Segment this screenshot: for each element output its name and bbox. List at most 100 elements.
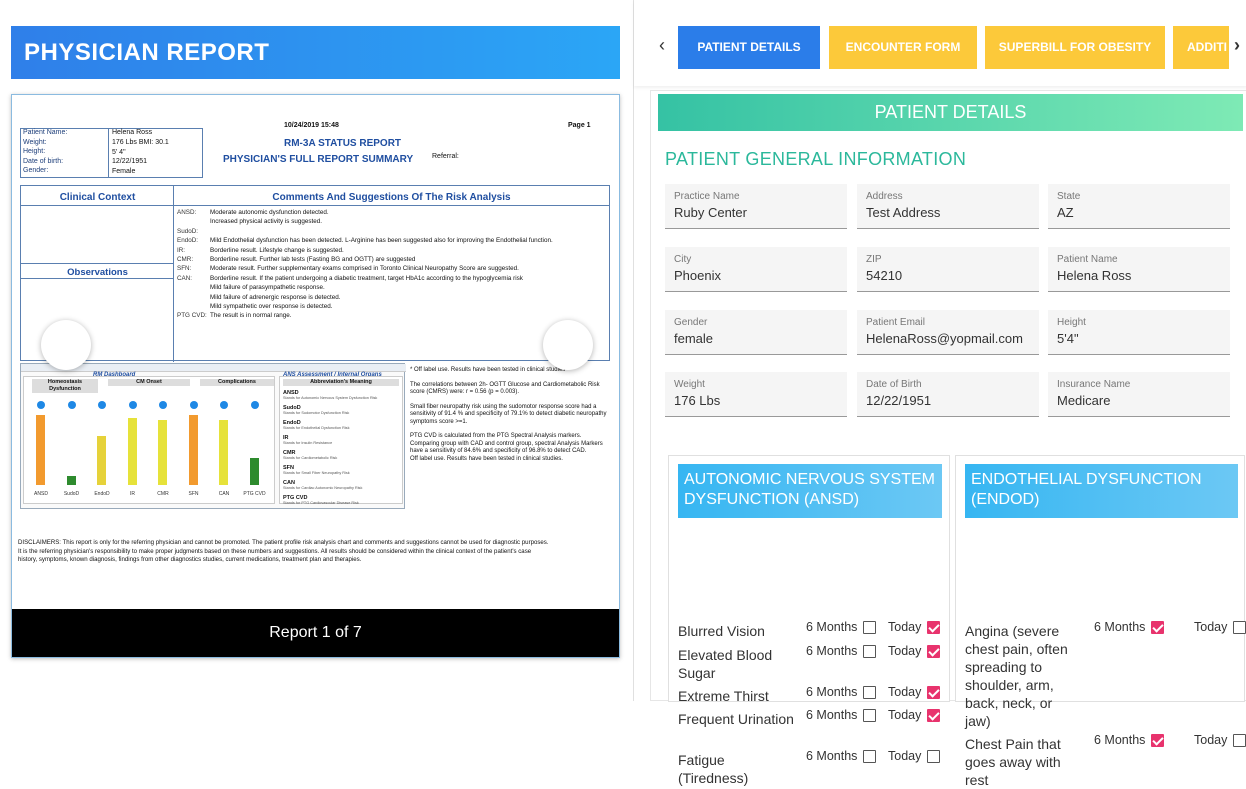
info-icon[interactable] — [67, 401, 76, 409]
comment-abbr: CMR: — [177, 256, 194, 264]
bar-group-label: Complications — [200, 379, 274, 386]
field-patient-email[interactable]: Patient Email HelenaRoss@yopmail.com — [857, 310, 1039, 355]
six-months-checkbox[interactable] — [863, 685, 877, 699]
rm-dashboard: RM Dashboard ANS Assessment / Internal O… — [20, 363, 406, 509]
field-gender[interactable]: Gender female — [665, 310, 847, 355]
today-checkbox[interactable] — [927, 685, 941, 699]
six-months-checkbox[interactable] — [863, 708, 877, 722]
info-icon[interactable] — [37, 401, 45, 409]
patient-info-value: Helena Ross — [112, 129, 153, 137]
today-label: Today — [1194, 733, 1228, 747]
comment-abbr — [177, 283, 210, 292]
prev-page-button[interactable] — [41, 320, 91, 370]
comment-abbr: PTG CVD: — [177, 312, 207, 320]
today-option[interactable]: Today — [888, 708, 941, 722]
info-icon[interactable] — [159, 401, 167, 409]
report-viewer[interactable]: Patient Name: Helena Ross Weight: 176 Lbs B… — [11, 94, 620, 658]
today-option[interactable]: Today — [888, 644, 941, 658]
field-city[interactable]: City Phoenix — [665, 247, 847, 292]
comment-abbr: CAN: — [177, 274, 193, 282]
today-option[interactable]: Today — [1194, 733, 1246, 747]
today-checkbox[interactable] — [927, 620, 941, 634]
today-checkbox[interactable] — [927, 708, 941, 722]
field-date-of-birth[interactable]: Date of Birth 12/22/1951 — [857, 372, 1039, 417]
comment-abbr — [177, 217, 210, 226]
chevron-right-icon[interactable]: › — [1234, 35, 1240, 56]
info-icon[interactable] — [189, 401, 198, 409]
abbr-desc: Stands for PTG Cardiovascular Disease Ri… — [283, 500, 359, 505]
six-months-checkbox[interactable] — [1151, 620, 1165, 634]
comment-line: Increased physical activity is suggested… — [177, 217, 607, 226]
comment-line: Mild sympathetic over response is detect… — [177, 302, 607, 311]
patient-info-row: Patient Name: Helena Ross — [21, 129, 202, 139]
comment-line: Mild failure of parasympathetic response… — [177, 283, 607, 292]
six-months-option[interactable]: 6 Months — [806, 620, 877, 634]
field-address[interactable]: Address Test Address — [857, 184, 1039, 229]
note-line — [410, 426, 607, 433]
today-option[interactable]: Today — [888, 620, 941, 634]
six-months-option[interactable]: 6 Months — [806, 644, 877, 658]
note-line: Small fiber neuropathy risk using the su… — [410, 403, 607, 425]
comment-line: CMR: Borderline result. Further lab tests… — [177, 255, 607, 264]
note-line: Off label use. Results have been tested … — [410, 455, 563, 462]
bar-label: IR — [130, 490, 135, 497]
field-label: Height — [1057, 317, 1086, 328]
field-practice-name[interactable]: Practice Name Ruby Center — [665, 184, 847, 229]
comments-list: ANSD: Moderate autonomic dysfunction dete… — [177, 208, 607, 321]
info-icon[interactable] — [250, 401, 259, 409]
info-icon[interactable] — [128, 401, 137, 409]
six-months-label: 6 Months — [806, 685, 858, 699]
bar-group-label: CM Onset — [108, 379, 190, 386]
field-zip[interactable]: ZIP 54210 — [857, 247, 1039, 292]
field-insurance-name[interactable]: Insurance Name Medicare — [1048, 372, 1230, 417]
abbr-desc: Stands for Sudomotor Dysfunction Risk — [283, 410, 350, 415]
today-checkbox[interactable] — [1233, 620, 1246, 634]
six-months-option[interactable]: 6 Months — [806, 749, 877, 763]
tab-patient-details[interactable]: PATIENT DETAILS — [678, 26, 820, 69]
info-icon[interactable] — [220, 401, 228, 409]
field-value: AZ — [1057, 205, 1074, 220]
today-label: Today — [888, 644, 922, 658]
abbreviation-panel: Abbreviation's Meaning ANSD Stands for Aut… — [279, 376, 403, 505]
bar-ansd — [36, 414, 45, 485]
tab-encounter-form[interactable]: ENCOUNTER FORM — [829, 26, 977, 69]
risk-analysis-table: Clinical Context Comments And Suggestion… — [20, 185, 610, 362]
today-option[interactable]: Today — [888, 749, 941, 763]
field-weight[interactable]: Weight 176 Lbs — [665, 372, 847, 417]
field-height[interactable]: Height 5'4" — [1048, 310, 1230, 355]
field-label: Practice Name — [674, 191, 740, 202]
six-months-checkbox[interactable] — [863, 644, 877, 658]
today-checkbox[interactable] — [927, 749, 941, 763]
symptom-name: Blurred Vision — [678, 623, 765, 639]
field-value: Medicare — [1057, 393, 1111, 408]
field-label: City — [674, 254, 692, 265]
tab-superbill-obesity[interactable]: SUPERBILL FOR OBESITY — [985, 26, 1165, 69]
field-patient-name[interactable]: Patient Name Helena Ross — [1048, 247, 1230, 292]
today-option[interactable]: Today — [888, 685, 941, 699]
info-icon[interactable] — [98, 401, 106, 409]
comment-text: The result is in normal range. — [210, 312, 292, 320]
note-line — [410, 375, 607, 382]
six-months-checkbox[interactable] — [863, 620, 877, 634]
field-state[interactable]: State AZ — [1048, 184, 1230, 229]
next-page-button[interactable] — [543, 320, 593, 370]
today-option[interactable]: Today — [1194, 620, 1246, 634]
tab-additional[interactable]: ADDITI — [1173, 26, 1229, 69]
six-months-option[interactable]: 6 Months — [806, 708, 877, 722]
bar-cmr — [158, 420, 167, 485]
bar-sfn — [188, 414, 198, 485]
six-months-option[interactable]: 6 Months — [806, 685, 877, 699]
six-months-option[interactable]: 6 Months — [1094, 620, 1165, 634]
comment-line: PTG CVD: The result is in normal range. — [177, 311, 607, 320]
bar-ir — [127, 417, 137, 485]
endod-title: ENDOTHELIAL DYSFUNCTION (ENDOD) — [965, 464, 1238, 518]
chevron-left-icon[interactable]: ‹ — [659, 35, 665, 56]
bar-label: SFN — [188, 490, 199, 497]
field-value: HelenaRoss@yopmail.com — [866, 331, 1023, 346]
today-checkbox[interactable] — [927, 644, 941, 658]
six-months-option[interactable]: 6 Months — [1094, 733, 1165, 747]
today-checkbox[interactable] — [1233, 733, 1246, 747]
comment-line: EndoD: Mild Endothelial dysfunction has b… — [177, 236, 607, 245]
six-months-checkbox[interactable] — [1151, 733, 1165, 747]
six-months-checkbox[interactable] — [863, 749, 877, 763]
